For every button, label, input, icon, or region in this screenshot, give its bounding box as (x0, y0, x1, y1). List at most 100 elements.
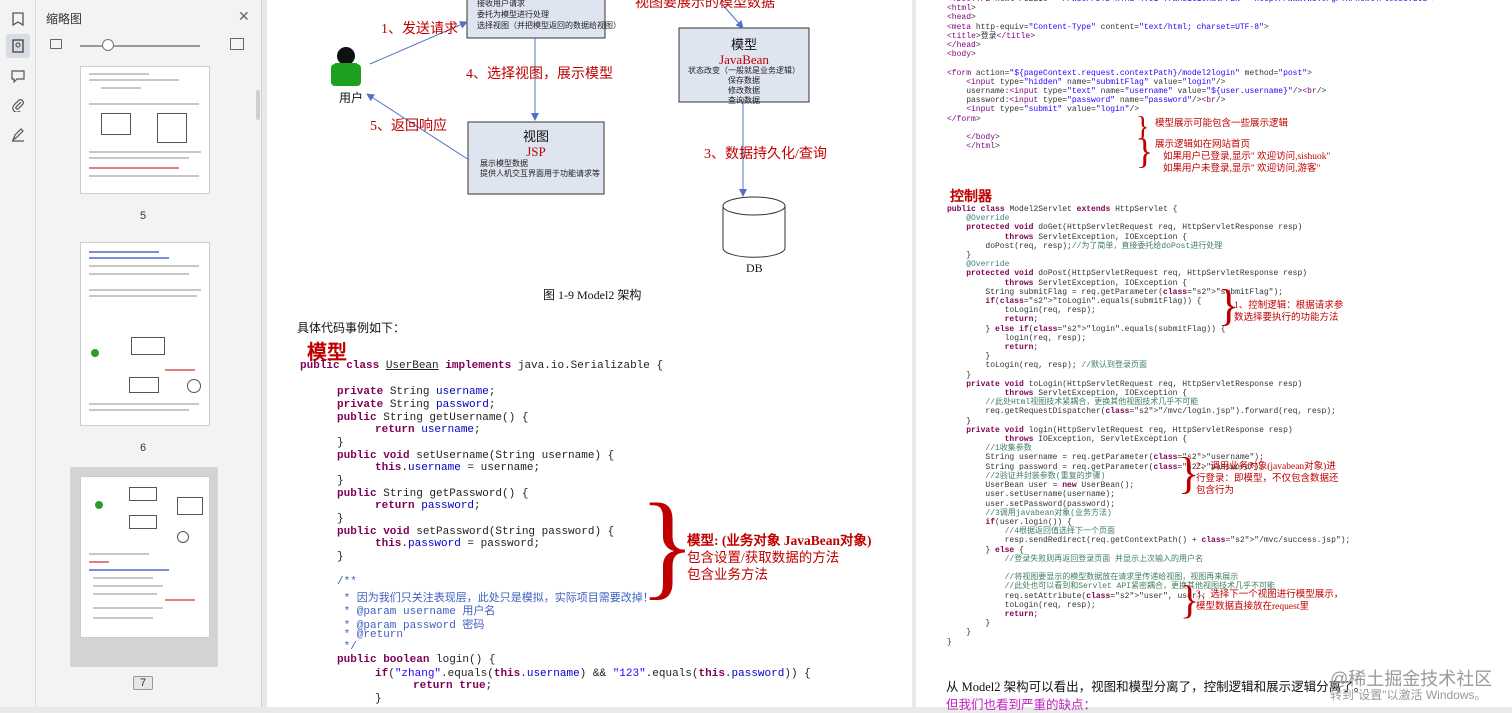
servlet-code-line: } (947, 251, 972, 261)
page-number-7[interactable]: 7 (133, 676, 153, 690)
controller-line: 选择视图（并把模型返回的数据给视图） (477, 21, 621, 30)
panel-title: 缩略图 (46, 12, 83, 26)
servlet-code-block: public class Model2Servlet extends HttpS… (947, 205, 1350, 647)
servlet-code-line: } (947, 619, 991, 629)
servlet-code-line: protected void doPost(HttpServletRequest… (966, 269, 1308, 279)
panel-scrollbar[interactable] (256, 90, 260, 120)
zoom-knob[interactable] (102, 39, 114, 51)
code-line: public boolean login() { (337, 654, 496, 666)
model-line: 保存数据 (728, 76, 760, 85)
controller-box-text: 接收用户请求 委托为模型进行处理 选择视图（并把模型返回的数据给视图） (477, 0, 621, 31)
servlet-code-line: @Override (966, 214, 1010, 224)
jsp-code-line: </head> (947, 41, 981, 51)
controller-note-2: 2、调用业务对象(javabean对象)进 行登录：即模型，不仅包含数据还 包含… (1196, 461, 1339, 497)
page-number-5[interactable]: 5 (133, 210, 153, 222)
annotation-line: 模型: (业务对象 JavaBean对象) (687, 533, 872, 548)
servlet-code-line: //4根据返回值选择下一个页面 (1004, 527, 1116, 537)
zoom-track[interactable] (80, 45, 200, 47)
bookmark-icon[interactable] (6, 7, 30, 31)
servlet-code-line: @Override (966, 260, 1010, 270)
servlet-code-line: throws IOException, ServletException { (1004, 435, 1188, 445)
code-line: public String getUsername() { (337, 412, 529, 424)
code-line: } (337, 513, 344, 525)
code-line: */ (337, 641, 357, 653)
code-line: /** (337, 576, 357, 588)
code-line: public void setPassword(String password)… (337, 526, 615, 538)
view-brace-2: } (1136, 131, 1154, 171)
servlet-code-line: user.setPassword(password); (947, 499, 1116, 509)
thumbnail-page-6[interactable] (80, 242, 210, 426)
close-icon[interactable]: ✕ (238, 8, 250, 25)
controller-note-1: 1、控制逻辑：根据请求参 数选择要执行的功能方法 (1234, 300, 1343, 324)
step1-label: 1、发送请求 (381, 22, 458, 37)
signature-icon[interactable] (6, 123, 30, 147)
note-line: 数选择要执行的功能方法 (1234, 313, 1339, 323)
model-line: 修改数据 (728, 86, 760, 95)
servlet-code-line: protected void doGet(HttpServletRequest … (966, 223, 1303, 233)
user-label: 用户 (339, 91, 364, 105)
code-line: public String getPassword() { (337, 488, 529, 500)
thumbnail-zoom-slider[interactable] (46, 38, 246, 54)
view-line: 提供人机交互界面用于功能请求等 (480, 169, 600, 178)
step3-label: 3、数据持久化/查询 (704, 147, 827, 162)
controller-line: 接收用户请求 (477, 0, 525, 8)
servlet-code-line: //登录失败则再返回登录页面 并显示上次输入的用户名 (1004, 554, 1204, 564)
document-page-right: <!DOCTYPE html PUBLIC "-//W3C//DTD HTML … (916, 0, 1512, 712)
servlet-code-line: //将视图要显示的模型数据放在请求里传递给视图，视图再来展示 (1004, 573, 1239, 583)
step5-label: 5、返回响应 (370, 119, 447, 134)
jsp-code-line: <head> (947, 13, 976, 23)
servlet-code-line: //此处Html视图技术紧耦合，更换其他视图技术几乎不可能 (985, 398, 1199, 408)
servlet-code-line: //1收集参数 (985, 444, 1032, 454)
activation-watermark: 转到"设置"以激活 Windows。 (1330, 688, 1487, 702)
db-label: DB (746, 261, 763, 275)
drawback-text: 但我们也看到严重的缺点： (946, 698, 1097, 712)
code-line: private String password; (337, 399, 496, 411)
controller-line: 委托为模型进行处理 (477, 10, 549, 19)
page-number-6[interactable]: 6 (133, 442, 153, 454)
servlet-code-line: throws ServletException, IOException { (1004, 232, 1188, 242)
view-title: 视图 (522, 129, 549, 144)
code-line-class: public class UserBean implements java.io… (300, 360, 664, 372)
jsp-code-line: <title>登录</title> (947, 31, 1036, 41)
thumbnail-page-5[interactable] (80, 66, 210, 194)
jsp-code-line: <body> (947, 50, 976, 60)
servlet-code-line: } (947, 416, 972, 426)
tool-strip (0, 0, 36, 707)
servlet-code-line: } else { (947, 545, 1024, 555)
jsp-code-line: <input type="submit" value="login"/> (966, 105, 1140, 115)
thumbnail-icon[interactable] (6, 34, 30, 58)
jsp-code-line (947, 59, 1437, 68)
comment-icon[interactable] (6, 64, 30, 88)
document-page-left: 1、发送请求 视图要展示的模型数据 4、选择视图，展示模型 5、返回响应 3、数… (267, 0, 912, 707)
large-image-icon[interactable] (230, 38, 244, 50)
note-line: 行登录：即模型，不仅包含数据还 (1196, 474, 1339, 484)
controller-heading: 控制器 (950, 190, 992, 205)
summary-text: 从 Model2 架构可以看出，视图和模型分离了，控制逻辑和展示逻辑分离了。 (946, 680, 1367, 694)
small-image-icon[interactable] (50, 39, 62, 49)
annotation-line: 包含设置/获取数据的方法 (687, 550, 840, 565)
jsp-code-line: <meta http-equiv="Content-Type" content=… (947, 22, 1269, 32)
code-line: return password; (375, 500, 481, 512)
note-line: 3、选择下一个视图进行模型展示， (1196, 590, 1344, 600)
view-note-line: 展示逻辑如在网站首页 (1155, 140, 1251, 150)
model-title: 模型 (730, 37, 757, 52)
servlet-code-line: } (947, 370, 972, 380)
servlet-code-line: throws ServletException, IOException { (1004, 389, 1188, 399)
jsp-code-line: password:<input type="password" name="pa… (947, 96, 1226, 106)
attachment-icon[interactable] (6, 93, 30, 117)
code-line: return username; (375, 424, 481, 436)
servlet-code-line: } (947, 637, 952, 647)
code-line: } (375, 693, 382, 705)
controller-note-3: 3、选择下一个视图进行模型展示， 模型数据直接放在request里 (1196, 589, 1343, 613)
code-line: return true; (413, 680, 493, 692)
servlet-code-line: private void toLogin(HttpServletRequest … (966, 379, 1303, 389)
jsp-code-line: <html> (947, 4, 976, 14)
thumbnail-page-7[interactable] (80, 476, 210, 638)
code-line: } (337, 437, 344, 449)
servlet-code-line: resp.sendRedirect(req.getContextPath() +… (947, 536, 1351, 546)
view-note-line: 如果用户已登录,显示" 欢迎访问,sishuok" (1163, 152, 1331, 162)
thumbnail-panel: 缩略图 ✕ 5 6 7 (36, 0, 262, 707)
servlet-code-line: if(user.login()) { (985, 517, 1072, 527)
servlet-code-line: public class Model2Servlet extends HttpS… (947, 205, 1178, 214)
code-line: } (337, 475, 344, 487)
